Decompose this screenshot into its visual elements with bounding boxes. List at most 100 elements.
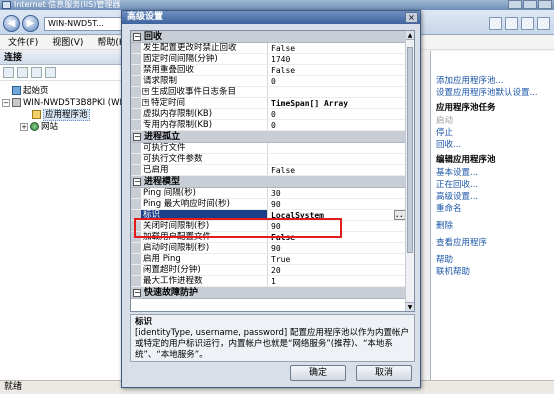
- property-name[interactable]: 禁用重叠回收: [141, 65, 268, 75]
- property-name[interactable]: + 生成回收事件日志条目: [141, 87, 268, 97]
- scroll-thumb[interactable]: [407, 47, 413, 253]
- action-stop[interactable]: 停止: [431, 127, 554, 139]
- save-icon[interactable]: [17, 67, 28, 78]
- action-start[interactable]: 启动: [431, 115, 554, 127]
- property-name[interactable]: Ping 最大响应时间(秒): [141, 199, 268, 209]
- action-recycle[interactable]: 回收...: [431, 139, 554, 151]
- property-row[interactable]: Ping 间隔(秒) 30: [131, 188, 407, 199]
- property-row[interactable]: 最大工作进程数 1: [131, 276, 407, 287]
- property-row[interactable]: 专用内存限制(KB) 0: [131, 120, 407, 131]
- property-category[interactable]: − 回收: [131, 31, 407, 43]
- property-row[interactable]: 发生配置更改时禁止回收 False: [131, 43, 407, 54]
- property-value[interactable]: 0: [268, 120, 407, 130]
- home-nav-icon[interactable]: [521, 17, 534, 30]
- action-add-pool[interactable]: 添加应用程序池...: [431, 75, 554, 87]
- property-name[interactable]: 虚拟内存限制(KB): [141, 109, 268, 119]
- property-row[interactable]: 已启用 False: [131, 165, 407, 176]
- action-advanced-settings[interactable]: 高级设置...: [431, 191, 554, 203]
- property-row[interactable]: + 特定时间 TimeSpan[] Array: [131, 98, 407, 109]
- property-name[interactable]: 专用内存限制(KB): [141, 120, 268, 130]
- property-value[interactable]: 90: [268, 221, 407, 231]
- property-value[interactable]: TimeSpan[] Array: [268, 98, 407, 108]
- property-value[interactable]: 90: [268, 199, 407, 209]
- property-value[interactable]: 1: [268, 276, 407, 286]
- property-row[interactable]: 虚拟内存限制(KB) 0: [131, 109, 407, 120]
- back-arrow-icon[interactable]: ◀: [3, 15, 20, 32]
- collapse-toggle-icon[interactable]: −: [133, 32, 141, 41]
- property-row[interactable]: 固定时间间隔(分钟) 1740: [131, 54, 407, 65]
- property-value[interactable]: [268, 154, 407, 164]
- minimize-button[interactable]: [508, 0, 522, 9]
- property-row[interactable]: 闲置超时(分钟) 20: [131, 265, 407, 276]
- property-value[interactable]: False: [268, 165, 407, 175]
- property-value[interactable]: 90: [268, 243, 407, 253]
- property-row[interactable]: + 生成回收事件日志条目: [131, 87, 407, 98]
- property-row[interactable]: 可执行文件参数: [131, 154, 407, 165]
- property-value[interactable]: 0: [268, 109, 407, 119]
- action-online-help[interactable]: 联机帮助: [431, 266, 554, 278]
- property-name[interactable]: 加载用户配置文件: [141, 232, 268, 242]
- property-name[interactable]: 关闭时间限制(秒): [141, 221, 268, 231]
- property-value[interactable]: False: [268, 43, 407, 53]
- property-category[interactable]: − 进程模型: [131, 176, 407, 188]
- property-value[interactable]: 0: [268, 76, 407, 86]
- cancel-button[interactable]: 取消: [356, 365, 412, 381]
- tree-item-start-page[interactable]: 起始页: [0, 85, 121, 97]
- property-row[interactable]: 可执行文件: [131, 143, 407, 154]
- stop-icon[interactable]: [505, 17, 518, 30]
- menu-view[interactable]: 视图(V): [52, 36, 83, 49]
- collapse-toggle-icon[interactable]: −: [133, 132, 141, 141]
- property-row[interactable]: 加载用户配置文件 False: [131, 232, 407, 243]
- property-row[interactable]: 请求限制 0: [131, 76, 407, 87]
- ok-button[interactable]: 确定: [290, 365, 346, 381]
- action-help[interactable]: 帮助: [431, 254, 554, 266]
- scroll-down-icon[interactable]: ▼: [406, 302, 414, 311]
- expand-icon[interactable]: +: [142, 88, 149, 95]
- disconnect-icon[interactable]: [45, 67, 56, 78]
- menu-file[interactable]: 文件(F): [8, 36, 38, 49]
- property-name[interactable]: 请求限制: [141, 76, 268, 86]
- collapse-icon[interactable]: −: [2, 98, 10, 107]
- property-value[interactable]: 20: [268, 265, 407, 275]
- refresh-icon[interactable]: [489, 17, 502, 30]
- collapse-toggle-icon[interactable]: −: [133, 177, 141, 186]
- action-pool-defaults[interactable]: 设置应用程序池默认设置...: [431, 87, 554, 99]
- tree-item-app-pools[interactable]: 应用程序池: [0, 109, 121, 121]
- property-value[interactable]: 30: [268, 188, 407, 198]
- expand-icon[interactable]: +: [20, 122, 28, 131]
- close-window-button[interactable]: [538, 0, 552, 9]
- property-category[interactable]: − 快速故障防护: [131, 287, 407, 299]
- property-row[interactable]: 关闭时间限制(秒) 90: [131, 221, 407, 232]
- action-recycling[interactable]: 正在回收...: [431, 179, 554, 191]
- connect-icon[interactable]: [3, 67, 14, 78]
- property-name[interactable]: 发生配置更改时禁止回收: [141, 43, 268, 53]
- help-icon[interactable]: [537, 17, 550, 30]
- property-value[interactable]: LocalSystem...: [268, 210, 407, 220]
- property-name[interactable]: 启用 Ping: [141, 254, 268, 264]
- property-value[interactable]: True: [268, 254, 407, 264]
- property-row[interactable]: 启用 Ping True: [131, 254, 407, 265]
- forward-arrow-icon[interactable]: ▶: [22, 15, 39, 32]
- property-row-identity[interactable]: 标识 LocalSystem...: [131, 210, 407, 221]
- maximize-button[interactable]: [523, 0, 537, 9]
- property-name[interactable]: 已启用: [141, 165, 268, 175]
- tree-item-server[interactable]: − WIN-NWD5T3B8PKI (WIN-NWD5T...: [0, 97, 170, 109]
- action-rename[interactable]: 重命名: [431, 203, 554, 215]
- property-value[interactable]: 1740: [268, 54, 407, 64]
- property-name[interactable]: + 特定时间: [141, 98, 268, 108]
- property-name[interactable]: 启动时间限制(秒): [141, 243, 268, 253]
- collapse-toggle-icon[interactable]: −: [133, 288, 141, 297]
- action-delete[interactable]: 删除: [431, 220, 554, 232]
- property-name[interactable]: 闲置超时(分钟): [141, 265, 268, 275]
- property-name[interactable]: 固定时间间隔(分钟): [141, 54, 268, 64]
- property-row[interactable]: 启动时间限制(秒) 90: [131, 243, 407, 254]
- property-value[interactable]: False: [268, 65, 407, 75]
- scroll-up-icon[interactable]: ▲: [406, 31, 414, 40]
- property-grid-scrollbar[interactable]: ▲ ▼: [405, 31, 414, 311]
- up-folder-icon[interactable]: [31, 67, 42, 78]
- action-view-apps[interactable]: 查看应用程序: [431, 237, 554, 249]
- property-value[interactable]: [268, 143, 407, 153]
- property-name[interactable]: 标识: [141, 210, 268, 220]
- tree-item-sites[interactable]: + 网站: [0, 121, 121, 133]
- property-name[interactable]: Ping 间隔(秒): [141, 188, 268, 198]
